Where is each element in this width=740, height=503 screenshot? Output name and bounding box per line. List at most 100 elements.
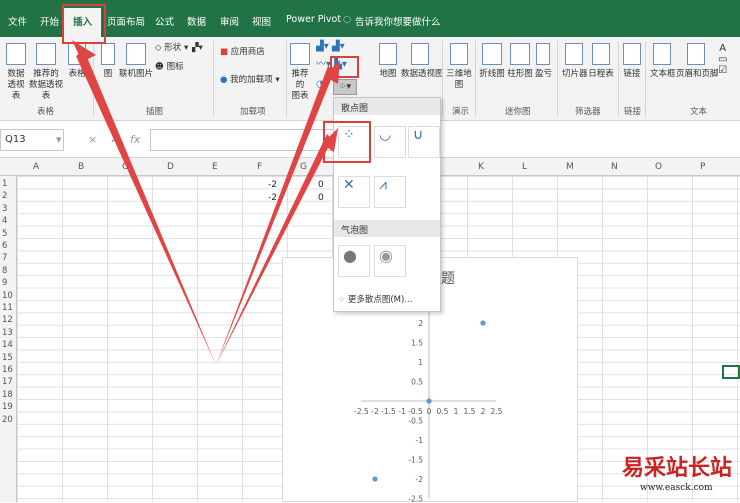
row-header[interactable]: 18 (2, 390, 13, 400)
store-button[interactable]: ■ 应用商店 (220, 47, 265, 58)
timeline-button[interactable]: 日程表 (588, 43, 614, 80)
pivot-table-button[interactable]: 数据 透视表 (4, 43, 28, 102)
row-header[interactable]: 9 (2, 278, 7, 288)
row-header[interactable]: 3 (2, 204, 7, 214)
sparkline-winloss-button[interactable]: 盈亏 (535, 43, 551, 80)
sparkline-line-button[interactable]: 折线图 (479, 43, 505, 80)
col-header[interactable]: O (655, 162, 662, 172)
row-header[interactable]: 11 (2, 303, 13, 313)
tab-page-layout[interactable]: 页面布局 (107, 14, 145, 28)
group-filters-label: 筛选器 (575, 105, 601, 117)
x-tick-label: 0 (427, 407, 432, 416)
col-header[interactable]: C (122, 162, 128, 172)
data-point (372, 476, 377, 481)
x-tick-label: -1.5 (381, 407, 396, 416)
tab-data[interactable]: 数据 (187, 14, 206, 28)
row-header[interactable]: 10 (2, 291, 13, 301)
recommended-charts-button[interactable]: 推荐的 图表 (289, 43, 311, 102)
row-header[interactable]: 13 (2, 328, 13, 338)
link-icon (623, 43, 641, 65)
col-header[interactable]: K (478, 162, 484, 172)
smartart-button[interactable]: ▞▾ (192, 43, 203, 54)
header-footer-button[interactable]: 页眉和页脚 (676, 43, 716, 80)
tab-review[interactable]: 审阅 (220, 14, 239, 28)
tab-formulas[interactable]: 公式 (155, 14, 174, 28)
data-point (426, 398, 431, 403)
tab-power-pivot[interactable]: Power Pivot (286, 14, 341, 25)
row-header[interactable]: 4 (2, 216, 7, 226)
row-header[interactable]: 12 (2, 315, 13, 325)
row-header[interactable]: 7 (2, 253, 7, 263)
sparkline-line-icon (482, 43, 502, 65)
cell-f1[interactable]: -2 (268, 180, 277, 190)
tab-file[interactable]: 文件 (8, 14, 27, 28)
scatter-smooth-markers-thumb[interactable]: ◡ (374, 126, 406, 158)
cell-f2[interactable]: -2 (268, 193, 277, 203)
scatter-straight-markers-icon: ✕ (339, 173, 359, 197)
tab-home[interactable]: 开始 (40, 14, 59, 28)
col-header[interactable]: P (700, 162, 705, 172)
row-header[interactable]: 6 (2, 241, 7, 251)
row-header[interactable]: 15 (2, 353, 13, 363)
link-button[interactable]: 链接 (622, 43, 642, 80)
picture-button[interactable]: 图 (100, 43, 116, 80)
cell-g1[interactable]: 0 (318, 180, 324, 190)
col-header[interactable]: E (212, 162, 218, 172)
scatter-straight-markers-thumb[interactable]: ✕ (338, 176, 370, 208)
formula-input[interactable] (150, 129, 335, 151)
bubble-3d-thumb[interactable]: ◉ (374, 245, 406, 277)
col-header[interactable]: N (611, 162, 618, 172)
pivot-chart-button[interactable]: 数据透视图 (401, 43, 439, 80)
namebox-dropdown-icon[interactable]: ▾ (56, 133, 62, 146)
textbox-button[interactable]: 文本框 (650, 43, 674, 80)
row-header[interactable]: 16 (2, 365, 13, 375)
col-header[interactable]: L (522, 162, 527, 172)
row-header[interactable]: 5 (2, 229, 7, 239)
slicer-button[interactable]: 切片器 (562, 43, 586, 80)
row-header[interactable]: 20 (2, 415, 13, 425)
bubble-thumb[interactable]: ● (338, 245, 370, 277)
cancel-icon[interactable]: × (88, 133, 97, 146)
fx-icon[interactable]: fx (130, 133, 140, 146)
online-picture-button[interactable]: 联机图片 (118, 43, 154, 80)
row-header[interactable]: 14 (2, 340, 13, 350)
column-chart-button[interactable]: ▟▾ ▟▾ (316, 41, 345, 52)
map3d-button[interactable]: 三维地 图 (446, 43, 472, 91)
separator (557, 41, 558, 117)
text-more-button[interactable]: A▭☑ (718, 43, 727, 76)
tab-view[interactable]: 视图 (252, 14, 271, 28)
col-header[interactable]: M (566, 162, 574, 172)
cell-g2[interactable]: 0 (318, 193, 324, 203)
table-button[interactable]: 表格 (67, 43, 87, 80)
scatter-chart-icon: ⁘▾ (339, 82, 351, 92)
col-header[interactable]: B (78, 162, 84, 172)
row-header[interactable]: 2 (2, 191, 7, 201)
icons-button[interactable]: ☻ 图标 (155, 62, 184, 73)
row-header[interactable]: 17 (2, 377, 13, 387)
col-header[interactable]: A (33, 162, 39, 172)
recommended-pivot-button[interactable]: 推荐的 数据透视表 (26, 43, 66, 102)
row-header-bar: 1234567891011121314151617181920 (0, 176, 17, 502)
slicer-label: 切片器 (562, 69, 588, 79)
pie-chart-button[interactable]: ◔ (316, 79, 325, 90)
tell-me-box[interactable]: 告诉我你想要做什么 (355, 14, 441, 28)
enter-icon[interactable]: ✓ (110, 133, 119, 146)
col-header[interactable]: G (300, 162, 307, 172)
scatter-chart-button[interactable]: ⁘▾ (333, 79, 357, 95)
maps-button[interactable]: 地图 (378, 43, 398, 80)
scatter-straight-thumb[interactable]: ⩘ (374, 176, 406, 208)
name-box[interactable]: Q13 (0, 129, 64, 151)
col-header[interactable]: D (167, 162, 174, 172)
row-header[interactable]: 19 (2, 402, 13, 412)
row-header[interactable]: 1 (2, 179, 7, 189)
my-addins-button[interactable]: ● 我的加载项 ▾ (220, 75, 280, 86)
highlight-scatter-button (330, 56, 359, 78)
scatter-smooth-thumb[interactable]: ∪ (408, 126, 440, 158)
col-header[interactable]: F (257, 162, 262, 172)
scatter-section-header: 散点图 (334, 98, 440, 115)
shapes-button[interactable]: ◇ 形状 ▾ (155, 43, 188, 54)
more-scatter-charts-item[interactable]: ⁘ 更多散点图(M)... (338, 293, 412, 305)
sparkline-column-button[interactable]: 柱形图 (507, 43, 533, 80)
row-header[interactable]: 8 (2, 266, 7, 276)
selected-cell-q13[interactable] (722, 365, 740, 379)
